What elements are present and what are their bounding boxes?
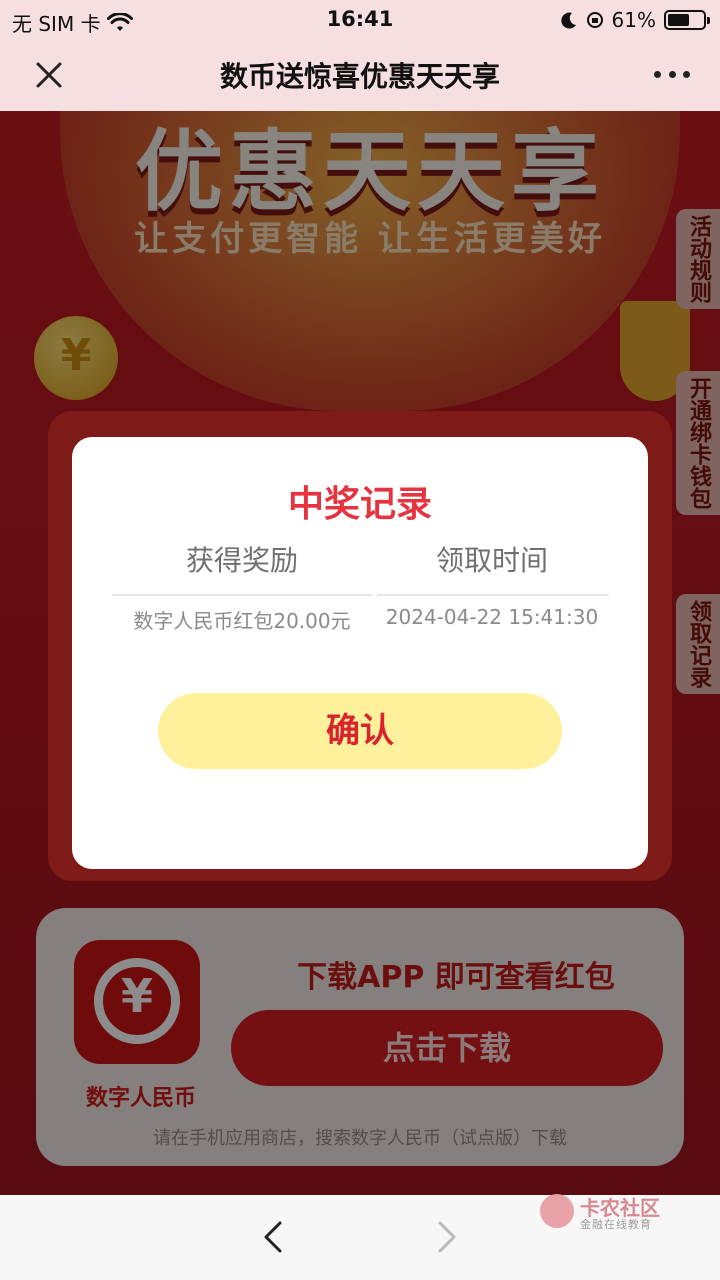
top-bar: 无 SIM 卡 16:41 61% 数币送惊喜优惠天天享 — [0, 0, 720, 111]
dialog-title: 中奖记录 — [287, 484, 432, 525]
moon-icon — [560, 12, 576, 29]
rotation-lock-icon — [586, 12, 603, 28]
battery-percent: 61% — [611, 8, 656, 32]
column-divider — [377, 594, 609, 596]
column-divider — [112, 594, 372, 596]
column-header-time: 领取时间 — [435, 544, 548, 577]
nav-bar: 数币送惊喜优惠天天享 — [0, 38, 720, 111]
forward-arrow-icon[interactable] — [432, 1217, 462, 1257]
back-arrow-icon[interactable] — [258, 1217, 288, 1257]
winning-records-dialog: 中奖记录 获得奖励 领取时间 数字人民币红包20.00元 2024-04-22 … — [72, 437, 648, 869]
watermark-logo-icon — [540, 1194, 574, 1228]
watermark-subtitle: 金融在线教育 — [580, 1218, 652, 1231]
column-header-reward: 获得奖励 — [185, 544, 298, 577]
page-title: 数币送惊喜优惠天天享 — [219, 60, 500, 93]
more-dots-icon[interactable] — [654, 60, 690, 88]
confirm-button[interactable]: 确认 — [158, 693, 562, 769]
status-right: 61% — [560, 8, 710, 32]
status-bar: 无 SIM 卡 16:41 61% — [0, 0, 720, 38]
record-time: 2024-04-22 15:41:30 — [385, 605, 599, 629]
battery-icon — [664, 10, 710, 30]
watermark: 卡农社区 金融在线教育 — [540, 1188, 680, 1234]
record-reward: 数字人民币红包20.00元 — [133, 609, 351, 633]
